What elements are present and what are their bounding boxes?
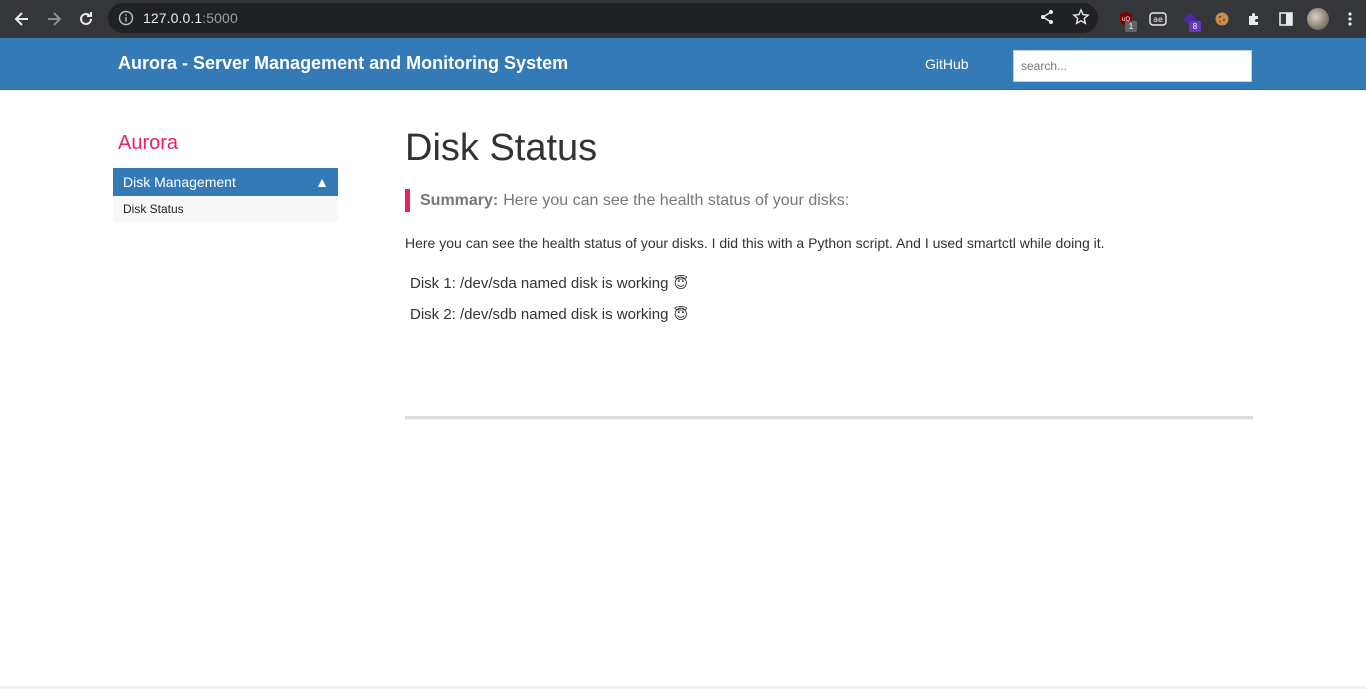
disk-status-line: Disk 1: /dev/sda named disk is working 😇 — [410, 275, 688, 292]
sidebar-item-label: Disk Status — [123, 201, 184, 216]
sidebar-title[interactable]: Aurora — [118, 132, 178, 155]
bookmark-star-icon[interactable] — [1072, 8, 1090, 26]
purple-extension-badge: 8 — [1189, 21, 1201, 32]
purple-extension-icon[interactable]: 8 — [1174, 6, 1206, 32]
ae-extension-icon[interactable]: ae — [1142, 6, 1174, 32]
summary-callout: Summary: Here you can see the health sta… — [405, 189, 849, 212]
summary-text: Here you can see the health status of yo… — [503, 191, 850, 209]
profile-avatar[interactable] — [1302, 6, 1334, 32]
disk-status-text: Disk 1: /dev/sda named disk is working — [410, 275, 669, 292]
share-icon[interactable] — [1038, 8, 1056, 26]
extensions-area: uO 1 ae 8 — [1110, 6, 1366, 32]
url-host: 127.0.0.1 — [143, 10, 203, 26]
address-bar[interactable]: 127.0.0.1:5000 — [108, 3, 1098, 33]
browser-toolbar: 127.0.0.1:5000 uO 1 ae 8 — [0, 0, 1366, 38]
menu-kebab-icon[interactable] — [1334, 6, 1366, 32]
smiling-face-with-halo-icon: 😇 — [673, 275, 689, 291]
url-text: 127.0.0.1:5000 — [143, 10, 238, 26]
reload-icon[interactable] — [74, 7, 98, 31]
intro-paragraph: Here you can see the health status of yo… — [405, 235, 1105, 251]
avatar — [1307, 8, 1329, 30]
summary-label: Summary: — [420, 191, 499, 209]
github-link[interactable]: GitHub — [925, 56, 969, 72]
page-title: Disk Status — [405, 127, 598, 169]
cookie-icon[interactable] — [1206, 6, 1238, 32]
ublock-icon[interactable]: uO 1 — [1110, 6, 1142, 32]
url-port: :5000 — [202, 10, 238, 26]
smiling-face-with-halo-icon: 😇 — [673, 306, 689, 322]
info-icon[interactable] — [118, 10, 134, 26]
disk-status-line: Disk 2: /dev/sdb named disk is working 😇 — [410, 306, 688, 323]
sidebar-section-label: Disk Management — [123, 174, 236, 190]
search-input[interactable] — [1013, 50, 1252, 82]
back-icon[interactable] — [10, 7, 34, 31]
sidebar-section-disk-management[interactable]: Disk Management ▲ — [113, 168, 338, 196]
content-divider — [405, 416, 1253, 419]
top-navbar: Aurora - Server Management and Monitorin… — [0, 38, 1366, 90]
sidebar-item-disk-status[interactable]: Disk Status — [113, 196, 338, 221]
brand-title[interactable]: Aurora - Server Management and Monitorin… — [118, 53, 568, 74]
puzzle-icon[interactable] — [1238, 6, 1270, 32]
disk-status-text: Disk 2: /dev/sdb named disk is working — [410, 306, 669, 323]
side-panel-icon[interactable] — [1270, 6, 1302, 32]
caret-up-icon: ▲ — [315, 174, 329, 190]
forward-icon[interactable] — [42, 7, 66, 31]
svg-text:ae: ae — [1153, 15, 1163, 24]
ublock-badge: 1 — [1125, 21, 1137, 32]
